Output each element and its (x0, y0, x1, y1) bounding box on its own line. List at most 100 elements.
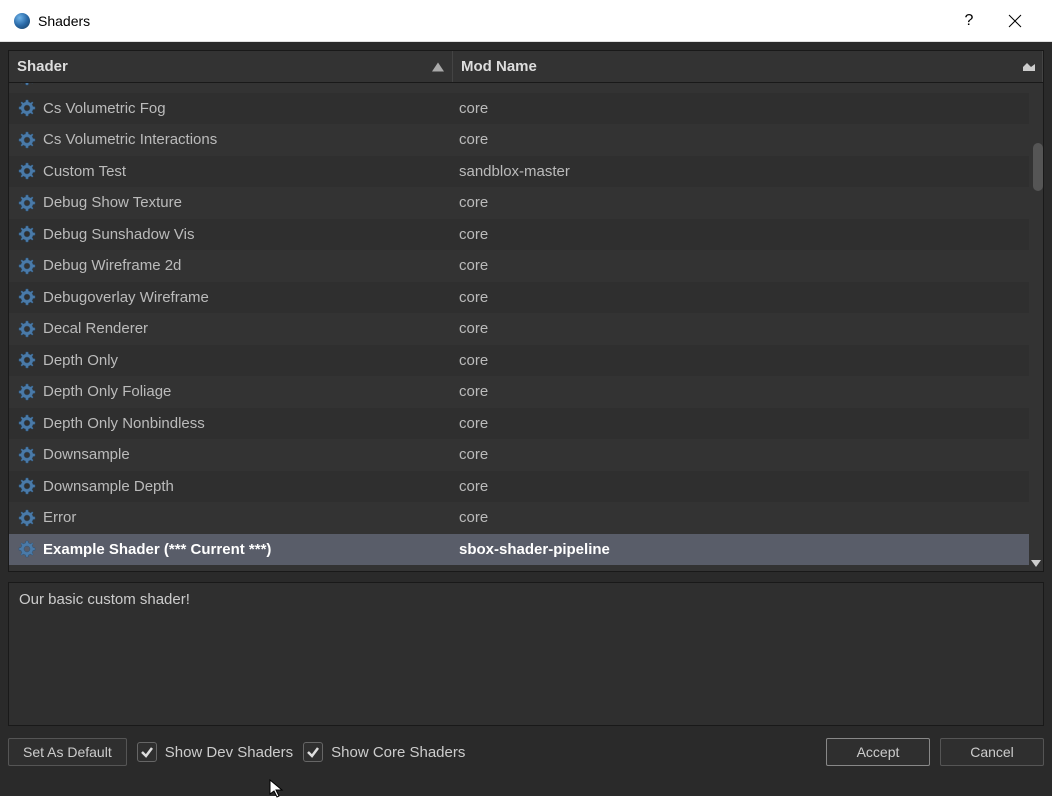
footer: Set As Default Show Dev Shaders Show Cor… (8, 736, 1044, 768)
table-row[interactable]: Debugoverlay Wireframecore (9, 282, 1043, 314)
mod-name-cell: core (459, 257, 1043, 274)
table-row[interactable]: Downsample Depthcore (9, 471, 1043, 503)
accept-button[interactable]: Accept (826, 738, 930, 766)
gear-icon (17, 508, 37, 528)
mod-name-cell: core (459, 226, 1043, 243)
table-header: Shader Mod Name (9, 51, 1043, 83)
shader-name-cell: Example Shader (*** Current ***) (43, 541, 459, 558)
table-row[interactable]: Cs Volumetric Interactionscore (9, 124, 1043, 156)
gear-icon (17, 256, 37, 276)
table-row[interactable]: Depth Only Foliagecore (9, 376, 1043, 408)
table-row[interactable]: Depth Onlycore (9, 345, 1043, 377)
set-as-default-button[interactable]: Set As Default (8, 738, 127, 766)
dialog-content: Shader Mod Name Cs Surface Interactionsc… (0, 42, 1052, 796)
cancel-button[interactable]: Cancel (940, 738, 1044, 766)
shader-name-cell: Depth Only Nonbindless (43, 415, 459, 432)
scrollbar-track[interactable] (1029, 83, 1043, 571)
sort-asc-icon (432, 62, 444, 71)
show-dev-shaders-label: Show Dev Shaders (165, 744, 293, 761)
shader-name-cell: Downsample (43, 446, 459, 463)
table-row[interactable]: Errorcore (9, 502, 1043, 534)
mod-name-cell: core (459, 478, 1043, 495)
help-button[interactable]: ? (946, 0, 992, 41)
gear-icon (17, 161, 37, 181)
set-as-default-label: Set As Default (23, 744, 112, 760)
checkbox-box (303, 742, 323, 762)
table-body: Cs Surface InteractionscoreCs Volumetric… (9, 83, 1043, 571)
titlebar: Shaders ? (0, 0, 1052, 42)
mod-name-cell: core (459, 415, 1043, 432)
mod-name-cell: core (459, 131, 1043, 148)
app-icon (14, 13, 30, 29)
shader-name-cell: Cs Surface Interactions (43, 83, 459, 85)
cancel-label: Cancel (970, 744, 1014, 760)
shader-description: Our basic custom shader! (8, 582, 1044, 726)
window-title: Shaders (38, 13, 90, 29)
gear-icon (17, 224, 37, 244)
shader-name-cell: Custom Test (43, 163, 459, 180)
scrollbar-thumb[interactable] (1033, 143, 1043, 191)
gear-icon (17, 445, 37, 465)
description-text: Our basic custom shader! (19, 591, 190, 608)
gear-icon (17, 539, 37, 559)
shader-name-cell: Cs Volumetric Fog (43, 100, 459, 117)
gear-icon (17, 382, 37, 402)
shader-name-cell: Downsample Depth (43, 478, 459, 495)
show-dev-shaders-checkbox[interactable]: Show Dev Shaders (137, 742, 293, 762)
close-button[interactable] (992, 0, 1038, 41)
table-row[interactable]: Debug Show Texturecore (9, 187, 1043, 219)
mod-name-cell: core (459, 83, 1043, 85)
shader-name-cell: Cs Volumetric Interactions (43, 131, 459, 148)
table-row[interactable]: Debug Sunshadow Viscore (9, 219, 1043, 251)
mod-name-cell: core (459, 320, 1043, 337)
shader-name-cell: Depth Only Foliage (43, 383, 459, 400)
gear-icon (17, 350, 37, 370)
shader-name-cell: Error (43, 509, 459, 526)
shader-name-cell: Debug Sunshadow Vis (43, 226, 459, 243)
mod-name-cell: core (459, 194, 1043, 211)
mod-name-cell: core (459, 383, 1043, 400)
show-core-shaders-label: Show Core Shaders (331, 744, 465, 761)
gear-icon (17, 83, 37, 87)
mod-name-cell: core (459, 289, 1043, 306)
table-row[interactable]: Debug Wireframe 2dcore (9, 250, 1043, 282)
shader-name-cell: Depth Only (43, 352, 459, 369)
table-row[interactable]: Cs Surface Interactionscore (9, 83, 1043, 93)
shaders-dialog: Shaders ? Shader Mod Name Cs (0, 0, 1052, 796)
column-header-shader-label: Shader (17, 58, 68, 75)
gear-icon (17, 476, 37, 496)
column-header-mod-label: Mod Name (461, 58, 537, 75)
gear-icon (17, 193, 37, 213)
check-icon (306, 745, 320, 759)
gear-icon (17, 130, 37, 150)
column-menu-icon[interactable] (1022, 59, 1036, 73)
accept-label: Accept (857, 744, 900, 760)
mod-name-cell: core (459, 509, 1043, 526)
gear-icon (17, 287, 37, 307)
shader-table: Shader Mod Name Cs Surface Interactionsc… (8, 50, 1044, 572)
gear-icon (17, 319, 37, 339)
column-header-shader[interactable]: Shader (9, 51, 453, 82)
scroll-down-icon[interactable] (1029, 557, 1043, 571)
mod-name-cell: sandblox-master (459, 163, 1043, 180)
mod-name-cell: sbox-shader-pipeline (459, 541, 1043, 558)
shader-name-cell: Debugoverlay Wireframe (43, 289, 459, 306)
table-row[interactable]: Cs Volumetric Fogcore (9, 93, 1043, 125)
gear-icon (17, 413, 37, 433)
gear-icon (17, 98, 37, 118)
table-row[interactable]: Decal Renderercore (9, 313, 1043, 345)
table-row[interactable]: Example Shader (*** Current ***)sbox-sha… (9, 534, 1043, 566)
check-icon (140, 745, 154, 759)
column-header-mod[interactable]: Mod Name (453, 51, 1043, 82)
shader-name-cell: Debug Wireframe 2d (43, 257, 459, 274)
mod-name-cell: core (459, 100, 1043, 117)
table-row[interactable]: Custom Testsandblox-master (9, 156, 1043, 188)
table-row[interactable]: Downsamplecore (9, 439, 1043, 471)
shader-name-cell: Debug Show Texture (43, 194, 459, 211)
mod-name-cell: core (459, 446, 1043, 463)
checkbox-box (137, 742, 157, 762)
mod-name-cell: core (459, 352, 1043, 369)
show-core-shaders-checkbox[interactable]: Show Core Shaders (303, 742, 465, 762)
table-row[interactable]: Depth Only Nonbindlesscore (9, 408, 1043, 440)
shader-name-cell: Decal Renderer (43, 320, 459, 337)
